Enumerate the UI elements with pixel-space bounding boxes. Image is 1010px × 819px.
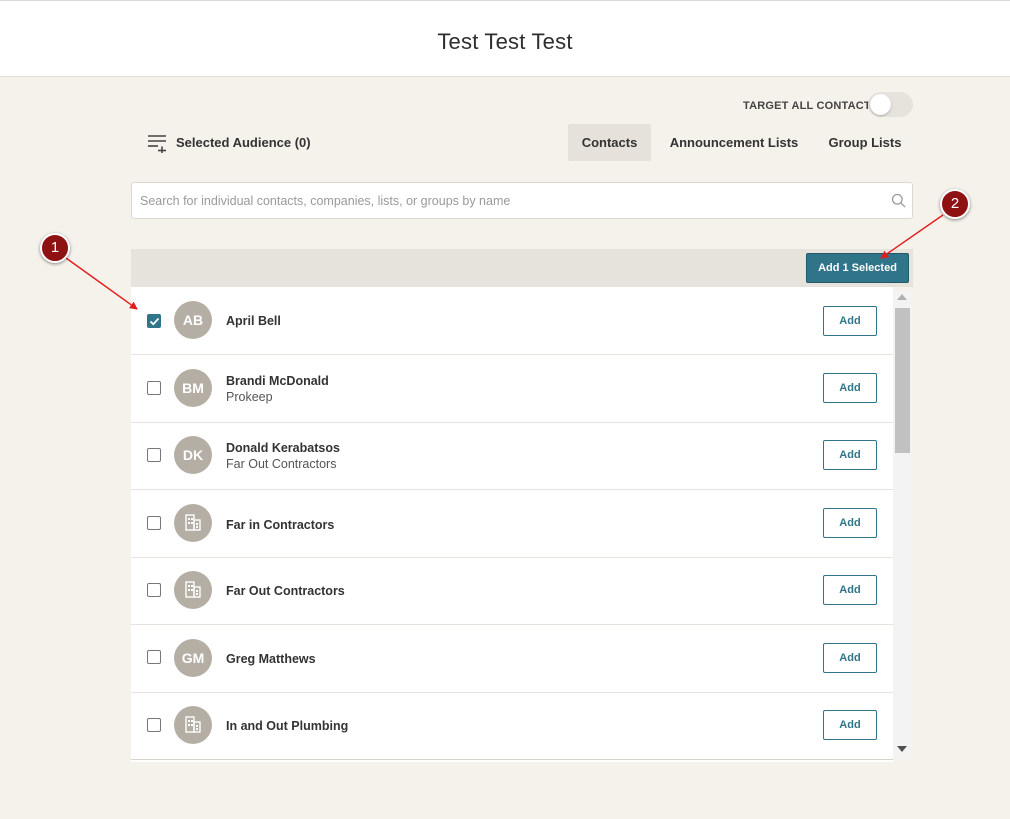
search-input[interactable] bbox=[140, 183, 880, 218]
company-avatar bbox=[174, 504, 212, 542]
check-icon bbox=[149, 317, 160, 326]
target-all-contacts-label: TARGET ALL CONTACTS bbox=[743, 100, 879, 112]
list-header-bar bbox=[131, 249, 913, 287]
add-button[interactable]: Add bbox=[823, 643, 877, 673]
contact-company: Far Out Contractors bbox=[226, 457, 337, 471]
tab-group-lists[interactable]: Group Lists bbox=[820, 124, 910, 161]
add-button[interactable]: Add bbox=[823, 440, 877, 470]
contact-name: Far in Contractors bbox=[226, 518, 335, 532]
contact-company: Prokeep bbox=[226, 390, 273, 404]
building-icon bbox=[185, 514, 201, 531]
contact-name: Greg Matthews bbox=[226, 652, 316, 666]
contact-row-donald-kerabatsos: DK Donald Kerabatsos Far Out Contractors… bbox=[131, 422, 893, 490]
annotation-arrow-1 bbox=[65, 257, 138, 310]
row-checkbox[interactable] bbox=[147, 583, 161, 597]
company-avatar bbox=[174, 571, 212, 609]
contact-name: Far Out Contractors bbox=[226, 584, 345, 598]
tab-announcement-lists[interactable]: Announcement Lists bbox=[662, 124, 806, 161]
contact-row-brandi-mcdonald: BM Brandi McDonald Prokeep Add bbox=[131, 355, 893, 423]
avatar: AB bbox=[174, 301, 212, 339]
toggle-knob bbox=[870, 94, 891, 115]
add-button[interactable]: Add bbox=[823, 710, 877, 740]
scroll-up-arrow-icon[interactable] bbox=[897, 294, 907, 300]
scroll-down-arrow-icon[interactable] bbox=[897, 746, 907, 752]
row-checkbox[interactable] bbox=[147, 650, 161, 664]
playlist-add-icon bbox=[148, 135, 166, 153]
avatar: DK bbox=[174, 436, 212, 474]
annotation-callout-2: 2 bbox=[940, 189, 970, 219]
page-title: Test Test Test bbox=[437, 29, 573, 54]
tab-contacts[interactable]: Contacts bbox=[568, 124, 651, 161]
contact-name: April Bell bbox=[226, 314, 281, 328]
contact-list: AB April Bell Add BM Brandi McDonald Pro… bbox=[131, 287, 893, 762]
contact-row-greg-matthews: GM Greg Matthews Add bbox=[131, 625, 893, 693]
selected-audience-label: Selected Audience (0) bbox=[176, 135, 311, 150]
list-bottom-edge bbox=[131, 759, 893, 763]
contact-row-april-bell: AB April Bell Add bbox=[131, 287, 893, 355]
scrollbar-thumb[interactable] bbox=[895, 308, 910, 453]
search-icon[interactable] bbox=[891, 193, 906, 208]
contact-name: Donald Kerabatsos bbox=[226, 441, 340, 455]
annotation-callout-1: 1 bbox=[40, 233, 70, 263]
avatar: BM bbox=[174, 369, 212, 407]
add-button[interactable]: Add bbox=[823, 508, 877, 538]
contact-row-in-and-out-plumbing: In and Out Plumbing Add bbox=[131, 692, 893, 760]
top-bar: Test Test Test bbox=[0, 0, 1010, 77]
contact-name: In and Out Plumbing bbox=[226, 719, 349, 733]
row-checkbox[interactable] bbox=[147, 448, 161, 462]
add-selected-button[interactable]: Add 1 Selected bbox=[806, 253, 909, 283]
add-button[interactable]: Add bbox=[823, 575, 877, 605]
company-avatar bbox=[174, 706, 212, 744]
avatar: GM bbox=[174, 639, 212, 677]
add-button[interactable]: Add bbox=[823, 373, 877, 403]
add-button[interactable]: Add bbox=[823, 306, 877, 336]
row-checkbox[interactable] bbox=[147, 516, 161, 530]
building-icon bbox=[185, 716, 201, 733]
building-icon bbox=[185, 581, 201, 598]
target-all-contacts-toggle[interactable] bbox=[868, 92, 913, 117]
contact-row-far-out-contractors: Far Out Contractors Add bbox=[131, 557, 893, 625]
search-box bbox=[131, 182, 913, 219]
row-checkbox[interactable] bbox=[147, 718, 161, 732]
list-scrollbar[interactable] bbox=[893, 291, 912, 759]
contact-row-far-in-contractors: Far in Contractors Add bbox=[131, 490, 893, 558]
row-checkbox[interactable] bbox=[147, 381, 161, 395]
contact-name: Brandi McDonald bbox=[226, 374, 329, 388]
row-checkbox[interactable] bbox=[147, 314, 161, 328]
